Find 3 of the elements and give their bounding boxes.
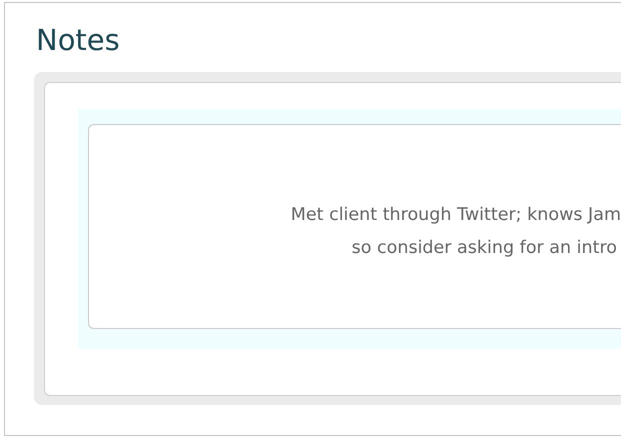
note-text: Met client through Twitter; knows Jam <box>290 204 621 226</box>
note-text: so consider asking for an intro <box>352 236 618 260</box>
section-title: Notes <box>36 22 120 59</box>
